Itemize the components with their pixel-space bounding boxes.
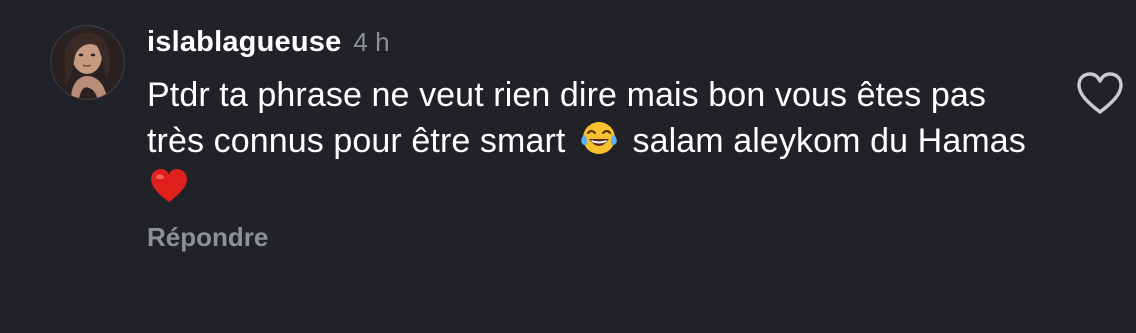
reply-button[interactable]: Répondre xyxy=(147,222,268,253)
heart-outline-icon xyxy=(1077,72,1123,114)
comment-item: islablagueuse 4 h Ptdr ta phrase ne veut… xyxy=(0,0,1136,333)
profile-photo xyxy=(51,26,124,99)
timestamp: 4 h xyxy=(353,27,390,57)
avatar[interactable] xyxy=(50,25,125,100)
laughing-tears-emoji-icon xyxy=(581,122,617,154)
comment-text: Ptdr ta phrase ne veut rien dire mais bo… xyxy=(147,72,1027,210)
red-heart-emoji-icon xyxy=(151,169,187,202)
comment-text-part2: salam aleykom du Hamas xyxy=(632,122,1026,160)
username[interactable]: islablagueuse xyxy=(147,26,341,59)
comment-header: islablagueuse 4 h xyxy=(147,26,390,66)
like-button[interactable] xyxy=(1075,70,1125,116)
